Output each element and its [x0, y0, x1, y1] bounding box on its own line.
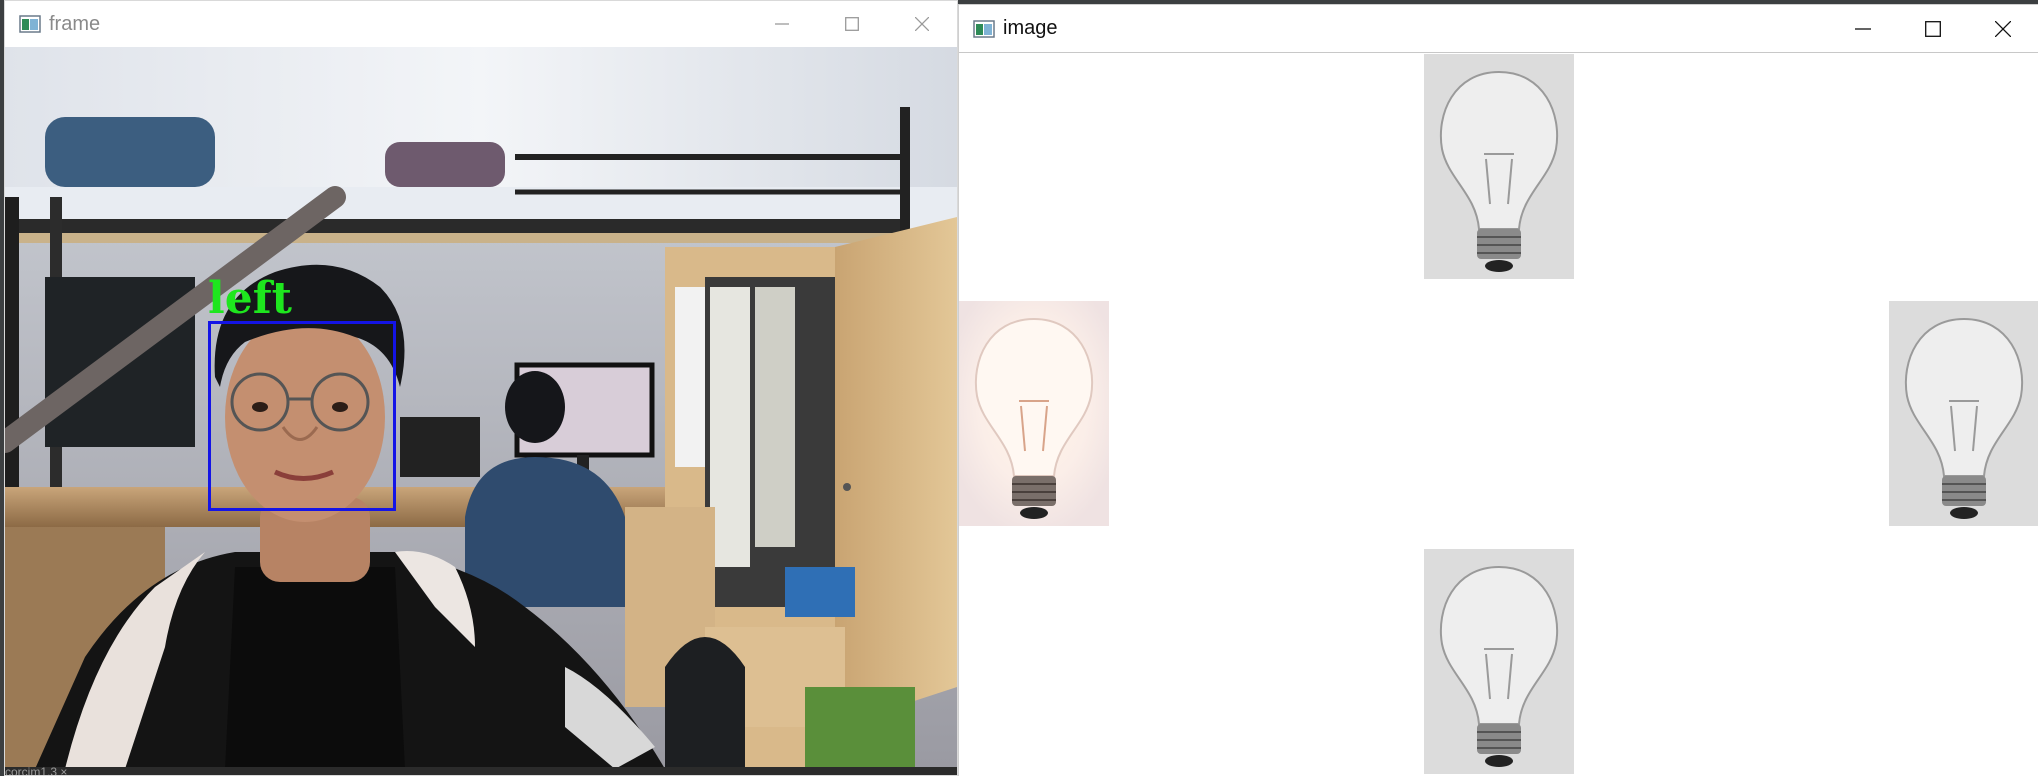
taskbar-tab-label: corcim1.3 ×: [5, 767, 68, 775]
app-icon: [19, 15, 41, 33]
webcam-frame: left: [5, 47, 957, 769]
lightbulb-on-icon: [959, 301, 1109, 526]
image-window: image: [958, 4, 2038, 776]
frame-titlebar[interactable]: frame: [5, 1, 957, 47]
lightbulb-off-icon: [1424, 549, 1574, 774]
bulb-left: [959, 301, 1109, 526]
image-canvas: [959, 54, 2038, 776]
lightbulb-off-icon: [1424, 54, 1574, 279]
close-button[interactable]: [887, 1, 957, 47]
bulb-top: [1424, 54, 1574, 279]
close-button[interactable]: [1968, 5, 2038, 52]
close-icon: [1995, 20, 2011, 37]
bulb-right: [1889, 301, 2038, 526]
image-window-title: image: [1003, 17, 1058, 39]
frame-window: frame left corcim1.3 ×: [4, 0, 958, 776]
frame-window-title: frame: [49, 12, 101, 35]
lightbulb-off-icon: [1889, 301, 2038, 526]
direction-label: left: [208, 273, 292, 324]
app-icon: [973, 19, 995, 38]
minimize-icon: [1855, 27, 1871, 30]
bulb-bottom: [1424, 549, 1574, 774]
face-bounding-box: [208, 321, 396, 511]
minimize-icon: [775, 23, 789, 25]
webcam-image: [5, 47, 957, 769]
minimize-button[interactable]: [1828, 5, 1898, 52]
maximize-button[interactable]: [817, 1, 887, 47]
maximize-icon: [845, 17, 859, 31]
image-titlebar[interactable]: image: [959, 5, 2038, 53]
maximize-icon: [1925, 20, 1941, 37]
maximize-button[interactable]: [1898, 5, 1968, 52]
minimize-button[interactable]: [747, 1, 817, 47]
taskbar-strip: corcim1.3 ×: [5, 767, 957, 775]
close-icon: [915, 17, 929, 31]
